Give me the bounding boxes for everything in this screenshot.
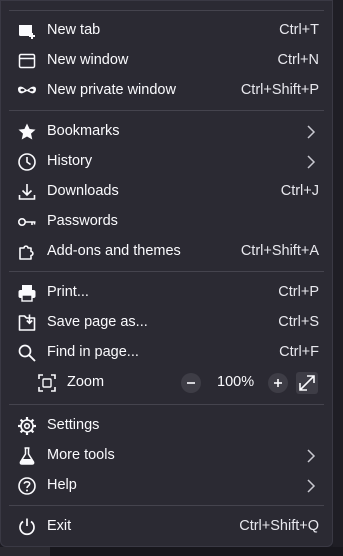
menu-item-find-in-page[interactable]: Find in page... Ctrl+F: [7, 338, 326, 368]
menu-separator: [9, 110, 324, 111]
shortcut-label: Ctrl+N: [277, 52, 320, 68]
search-icon: [17, 343, 37, 363]
key-icon: [17, 212, 37, 232]
menu-item-label: Add-ons and themes: [47, 243, 181, 259]
shortcut-label: Ctrl+S: [278, 314, 319, 330]
shortcut-label: Ctrl+Shift+Q: [239, 518, 319, 534]
flask-icon: [17, 446, 37, 466]
menu-item-label: Bookmarks: [47, 123, 120, 139]
menu-item-print[interactable]: Print... Ctrl+P: [7, 278, 326, 308]
shortcut-label: Ctrl+P: [278, 284, 319, 300]
menu-item-label: Downloads: [47, 183, 119, 199]
menu-item-label: Help: [47, 477, 77, 493]
menu-item-new-private-window[interactable]: New private window Ctrl+Shift+P: [7, 76, 326, 106]
background-window-edge: [333, 0, 343, 547]
star-icon: [17, 122, 37, 142]
clock-icon: [17, 152, 37, 172]
menu-item-new-tab[interactable]: New tab Ctrl+T: [7, 16, 326, 46]
menu-item-label: History: [47, 153, 93, 169]
shortcut-label: Ctrl+Shift+P: [240, 82, 319, 98]
menu-top-separator: [9, 10, 324, 11]
shortcut-label: Ctrl+Shift+A: [240, 243, 319, 259]
zoom-out-button[interactable]: [181, 373, 201, 393]
menu-item-history[interactable]: History: [7, 147, 326, 177]
menu-separator: [9, 505, 324, 506]
menu-item-label: New private window: [47, 82, 176, 98]
new-window-icon: [17, 51, 37, 71]
zoom-value[interactable]: 100%: [217, 374, 254, 390]
gear-icon: [17, 416, 37, 436]
chevron-right-icon: [306, 154, 316, 170]
menu-item-bookmarks[interactable]: Bookmarks: [7, 117, 326, 147]
menu-item-label: Settings: [47, 417, 100, 433]
power-icon: [17, 517, 37, 537]
chevron-right-icon: [306, 478, 316, 494]
help-icon: [17, 476, 37, 496]
menu-item-more-tools[interactable]: More tools: [7, 441, 326, 471]
menu-item-label: New tab: [47, 22, 101, 38]
menu-item-exit[interactable]: Exit Ctrl+Shift+Q: [7, 512, 326, 542]
menu-item-label: Print...: [47, 284, 89, 300]
menu-item-label: Find in page...: [47, 344, 139, 360]
menu-item-new-window[interactable]: New window Ctrl+N: [7, 46, 326, 76]
fullscreen-button[interactable]: [296, 372, 318, 394]
menu-item-settings[interactable]: Settings: [7, 411, 326, 441]
download-icon: [17, 182, 37, 202]
menu-item-passwords[interactable]: Passwords: [7, 207, 326, 237]
background-window-bottom: [0, 547, 343, 556]
menu-item-zoom: Zoom 100%: [7, 368, 326, 398]
menu-item-label: New window: [47, 52, 129, 68]
menu-item-addons-themes[interactable]: Add-ons and themes Ctrl+Shift+A: [7, 237, 326, 267]
zoom-icon: [37, 373, 57, 393]
menu-item-downloads[interactable]: Downloads Ctrl+J: [7, 177, 326, 207]
menu-item-help[interactable]: Help: [7, 471, 326, 501]
new-tab-icon: [17, 21, 37, 41]
shortcut-label: Ctrl+F: [279, 344, 319, 360]
chevron-right-icon: [306, 124, 316, 140]
menu-item-label: Exit: [47, 518, 72, 534]
menu-separator: [9, 404, 324, 405]
puzzle-icon: [17, 242, 37, 262]
zoom-in-button[interactable]: [268, 373, 288, 393]
menu-item-label: More tools: [47, 447, 115, 463]
private-mask-icon: [17, 81, 37, 101]
shortcut-label: Ctrl+J: [280, 183, 319, 199]
menu-item-label: Save page as...: [47, 314, 148, 330]
menu-item-save-page[interactable]: Save page as... Ctrl+S: [7, 308, 326, 338]
chevron-right-icon: [306, 448, 316, 464]
menu-item-label: Passwords: [47, 213, 118, 229]
printer-icon: [17, 283, 37, 303]
save-icon: [17, 313, 37, 333]
app-menu-panel: New tab Ctrl+T New window Ctrl+N New pri…: [0, 0, 333, 547]
zoom-label: Zoom: [67, 374, 105, 390]
menu-separator: [9, 271, 324, 272]
shortcut-label: Ctrl+T: [279, 22, 319, 38]
